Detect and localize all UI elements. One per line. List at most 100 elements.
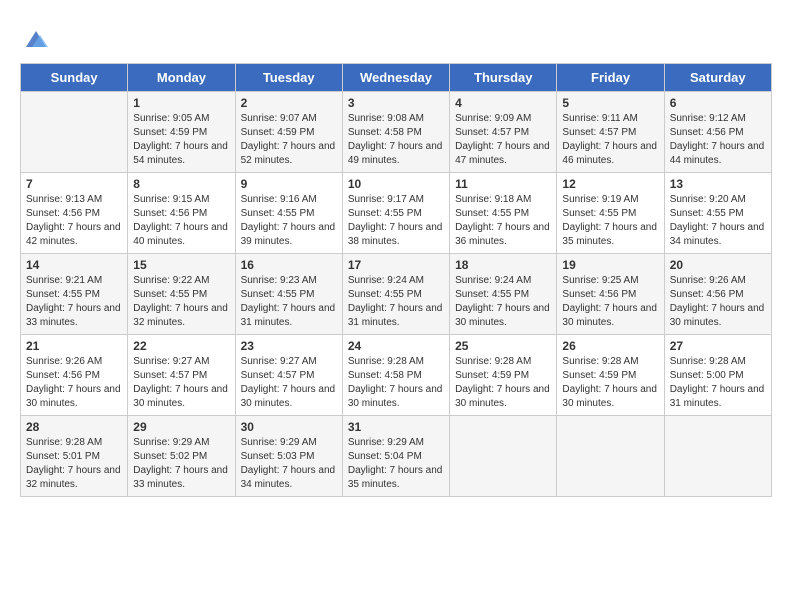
day-number: 7 bbox=[26, 177, 122, 191]
day-number: 25 bbox=[455, 339, 551, 353]
day-cell: 6 Sunrise: 9:12 AMSunset: 4:56 PMDaylight… bbox=[664, 92, 771, 173]
day-info: Sunrise: 9:08 AMSunset: 4:58 PMDaylight:… bbox=[348, 112, 444, 168]
day-info: Sunrise: 9:13 AMSunset: 4:56 PMDaylight:… bbox=[26, 193, 122, 249]
day-cell: 8 Sunrise: 9:15 AMSunset: 4:56 PMDaylight… bbox=[128, 173, 235, 254]
day-info: Sunrise: 9:28 AMSunset: 5:01 PMDaylight:… bbox=[26, 436, 122, 492]
header-cell-saturday: Saturday bbox=[664, 64, 771, 92]
day-number: 4 bbox=[455, 96, 551, 110]
day-info: Sunrise: 9:24 AMSunset: 4:55 PMDaylight:… bbox=[455, 274, 551, 330]
day-cell: 12Sunrise: 9:19 AMSunset: 4:55 PMDayligh… bbox=[557, 173, 664, 254]
day-cell: 10 Sunrise: 9:17 AMSunset: 4:55 PMDayligh… bbox=[342, 173, 449, 254]
day-number: 19 bbox=[562, 258, 658, 272]
day-number: 22 bbox=[133, 339, 229, 353]
day-number: 20 bbox=[670, 258, 766, 272]
header-cell-friday: Friday bbox=[557, 64, 664, 92]
day-number: 24 bbox=[348, 339, 444, 353]
day-number: 3 bbox=[348, 96, 444, 110]
day-info: Sunrise: 9:28 AMSunset: 5:00 PMDaylight:… bbox=[670, 355, 766, 411]
day-cell bbox=[557, 416, 664, 497]
day-cell: 27 Sunrise: 9:28 AMSunset: 5:00 PMDayligh… bbox=[664, 335, 771, 416]
day-number: 6 bbox=[670, 96, 766, 110]
day-info: Sunrise: 9:15 AMSunset: 4:56 PMDaylight:… bbox=[133, 193, 229, 249]
day-info: Sunrise: 9:20 AMSunset: 4:55 PMDaylight:… bbox=[670, 193, 766, 249]
day-cell bbox=[21, 92, 128, 173]
day-cell: 23 Sunrise: 9:27 AMSunset: 4:57 PMDayligh… bbox=[235, 335, 342, 416]
day-info: Sunrise: 9:27 AMSunset: 4:57 PMDaylight:… bbox=[241, 355, 337, 411]
day-info: Sunrise: 9:12 AMSunset: 4:56 PMDaylight:… bbox=[670, 112, 766, 168]
day-info: Sunrise: 9:17 AMSunset: 4:55 PMDaylight:… bbox=[348, 193, 444, 249]
day-info: Sunrise: 9:16 AMSunset: 4:55 PMDaylight:… bbox=[241, 193, 337, 249]
day-info: Sunrise: 9:09 AMSunset: 4:57 PMDaylight:… bbox=[455, 112, 551, 168]
day-cell: 4 Sunrise: 9:09 AMSunset: 4:57 PMDaylight… bbox=[450, 92, 557, 173]
day-number: 16 bbox=[241, 258, 337, 272]
header-area bbox=[20, 20, 772, 53]
day-cell: 20 Sunrise: 9:26 AMSunset: 4:56 PMDayligh… bbox=[664, 254, 771, 335]
calendar-table: SundayMondayTuesdayWednesdayThursdayFrid… bbox=[20, 63, 772, 497]
day-cell: 25 Sunrise: 9:28 AMSunset: 4:59 PMDayligh… bbox=[450, 335, 557, 416]
day-info: Sunrise: 9:29 AMSunset: 5:02 PMDaylight:… bbox=[133, 436, 229, 492]
day-number: 13 bbox=[670, 177, 766, 191]
day-info: Sunrise: 9:29 AMSunset: 5:03 PMDaylight:… bbox=[241, 436, 337, 492]
week-row-5: 28Sunrise: 9:28 AMSunset: 5:01 PMDayligh… bbox=[21, 416, 772, 497]
day-info: Sunrise: 9:28 AMSunset: 4:59 PMDaylight:… bbox=[455, 355, 551, 411]
logo bbox=[20, 25, 50, 53]
day-info: Sunrise: 9:25 AMSunset: 4:56 PMDaylight:… bbox=[562, 274, 658, 330]
day-info: Sunrise: 9:26 AMSunset: 4:56 PMDaylight:… bbox=[26, 355, 122, 411]
day-number: 1 bbox=[133, 96, 229, 110]
header-row: SundayMondayTuesdayWednesdayThursdayFrid… bbox=[21, 64, 772, 92]
day-number: 5 bbox=[562, 96, 658, 110]
day-number: 23 bbox=[241, 339, 337, 353]
day-number: 29 bbox=[133, 420, 229, 434]
day-number: 30 bbox=[241, 420, 337, 434]
day-cell: 16 Sunrise: 9:23 AMSunset: 4:55 PMDayligh… bbox=[235, 254, 342, 335]
day-number: 27 bbox=[670, 339, 766, 353]
day-info: Sunrise: 9:19 AMSunset: 4:55 PMDaylight:… bbox=[562, 193, 658, 249]
day-info: Sunrise: 9:28 AMSunset: 4:58 PMDaylight:… bbox=[348, 355, 444, 411]
day-cell: 11Sunrise: 9:18 AMSunset: 4:55 PMDayligh… bbox=[450, 173, 557, 254]
header-cell-wednesday: Wednesday bbox=[342, 64, 449, 92]
day-number: 18 bbox=[455, 258, 551, 272]
day-number: 10 bbox=[348, 177, 444, 191]
day-cell: 28Sunrise: 9:28 AMSunset: 5:01 PMDayligh… bbox=[21, 416, 128, 497]
day-cell: 24 Sunrise: 9:28 AMSunset: 4:58 PMDayligh… bbox=[342, 335, 449, 416]
day-cell bbox=[664, 416, 771, 497]
day-cell: 31 Sunrise: 9:29 AMSunset: 5:04 PMDayligh… bbox=[342, 416, 449, 497]
day-info: Sunrise: 9:21 AMSunset: 4:55 PMDaylight:… bbox=[26, 274, 122, 330]
day-number: 14 bbox=[26, 258, 122, 272]
day-number: 8 bbox=[133, 177, 229, 191]
day-cell: 30 Sunrise: 9:29 AMSunset: 5:03 PMDayligh… bbox=[235, 416, 342, 497]
day-cell: 13 Sunrise: 9:20 AMSunset: 4:55 PMDayligh… bbox=[664, 173, 771, 254]
day-number: 11 bbox=[455, 177, 551, 191]
day-cell: 15 Sunrise: 9:22 AMSunset: 4:55 PMDayligh… bbox=[128, 254, 235, 335]
week-row-1: 1Sunrise: 9:05 AMSunset: 4:59 PMDaylight… bbox=[21, 92, 772, 173]
day-info: Sunrise: 9:29 AMSunset: 5:04 PMDaylight:… bbox=[348, 436, 444, 492]
day-number: 21 bbox=[26, 339, 122, 353]
day-number: 2 bbox=[241, 96, 337, 110]
header-cell-sunday: Sunday bbox=[21, 64, 128, 92]
day-cell: 1Sunrise: 9:05 AMSunset: 4:59 PMDaylight… bbox=[128, 92, 235, 173]
day-info: Sunrise: 9:22 AMSunset: 4:55 PMDaylight:… bbox=[133, 274, 229, 330]
day-number: 15 bbox=[133, 258, 229, 272]
day-info: Sunrise: 9:26 AMSunset: 4:56 PMDaylight:… bbox=[670, 274, 766, 330]
calendar-body: 1Sunrise: 9:05 AMSunset: 4:59 PMDaylight… bbox=[21, 92, 772, 497]
week-row-3: 14 Sunrise: 9:21 AMSunset: 4:55 PMDayligh… bbox=[21, 254, 772, 335]
day-cell: 7 Sunrise: 9:13 AMSunset: 4:56 PMDaylight… bbox=[21, 173, 128, 254]
day-cell: 29 Sunrise: 9:29 AMSunset: 5:02 PMDayligh… bbox=[128, 416, 235, 497]
header-cell-tuesday: Tuesday bbox=[235, 64, 342, 92]
day-cell: 9 Sunrise: 9:16 AMSunset: 4:55 PMDaylight… bbox=[235, 173, 342, 254]
day-cell: 14 Sunrise: 9:21 AMSunset: 4:55 PMDayligh… bbox=[21, 254, 128, 335]
day-info: Sunrise: 9:27 AMSunset: 4:57 PMDaylight:… bbox=[133, 355, 229, 411]
day-number: 31 bbox=[348, 420, 444, 434]
day-cell: 22 Sunrise: 9:27 AMSunset: 4:57 PMDayligh… bbox=[128, 335, 235, 416]
day-number: 26 bbox=[562, 339, 658, 353]
day-info: Sunrise: 9:24 AMSunset: 4:55 PMDaylight:… bbox=[348, 274, 444, 330]
day-number: 9 bbox=[241, 177, 337, 191]
day-info: Sunrise: 9:23 AMSunset: 4:55 PMDaylight:… bbox=[241, 274, 337, 330]
logo-icon bbox=[22, 25, 50, 53]
day-info: Sunrise: 9:11 AMSunset: 4:57 PMDaylight:… bbox=[562, 112, 658, 168]
header-cell-thursday: Thursday bbox=[450, 64, 557, 92]
day-cell bbox=[450, 416, 557, 497]
day-cell: 2 Sunrise: 9:07 AMSunset: 4:59 PMDaylight… bbox=[235, 92, 342, 173]
day-cell: 19 Sunrise: 9:25 AMSunset: 4:56 PMDayligh… bbox=[557, 254, 664, 335]
day-info: Sunrise: 9:07 AMSunset: 4:59 PMDaylight:… bbox=[241, 112, 337, 168]
